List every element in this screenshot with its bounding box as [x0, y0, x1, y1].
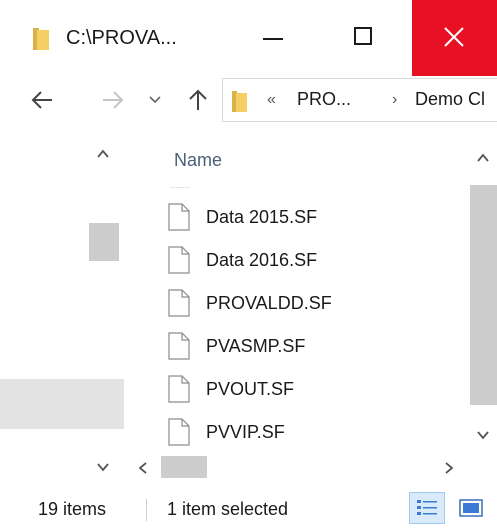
forward-arrow-icon[interactable] [101, 88, 125, 112]
file-row[interactable]: PVVIP.SF [160, 412, 420, 454]
scroll-thumb[interactable] [470, 185, 497, 405]
up-arrow-icon[interactable] [186, 88, 210, 112]
file-name: Data 2016.SF [206, 250, 318, 270]
details-view-icon [417, 500, 437, 515]
breadcrumb-prova[interactable]: PRO... [297, 89, 351, 110]
address-overflow[interactable]: « [267, 91, 276, 109]
file-icon [168, 203, 190, 231]
file-row[interactable]: PVOUT.SF [160, 369, 420, 411]
file-name: PVOUT.SF [206, 379, 295, 399]
minimize-icon [263, 38, 283, 40]
file-explorer-window: C:\PROVA... « PRO... › Demo Cl Name Data… [0, 0, 497, 529]
window-title: C:\PROVA... [66, 27, 177, 49]
file-row[interactable]: Data 2016.SF [160, 240, 420, 282]
file-icon [168, 246, 190, 274]
minimize-button[interactable] [228, 0, 320, 76]
maximize-button[interactable] [320, 0, 412, 76]
status-bar: 19 items 1 item selected [0, 485, 497, 529]
back-arrow-icon[interactable] [30, 88, 54, 112]
scroll-up-icon[interactable] [475, 151, 491, 165]
file-name: PVASMP.SF [206, 336, 306, 356]
chevron-down-icon[interactable] [147, 88, 163, 112]
file-name: PVVIP.SF [206, 422, 285, 442]
file-icon [168, 375, 190, 403]
tiles-view-icon [459, 499, 483, 517]
scroll-thumb[interactable] [89, 223, 119, 261]
column-header-name[interactable]: Name [174, 150, 222, 171]
folder-icon [232, 91, 247, 112]
file-name: PROVALDD.SF [206, 293, 332, 313]
file-row[interactable]: PROVALDD.SF [160, 283, 420, 325]
breadcrumb-demo[interactable]: Demo Cl [415, 89, 485, 110]
status-divider [146, 499, 147, 521]
scroll-thumb[interactable] [161, 456, 207, 478]
file-name: Data 2015.SF [206, 207, 318, 227]
scroll-down-icon[interactable] [475, 428, 491, 442]
file-icon [168, 418, 190, 446]
scroll-left-icon[interactable] [136, 460, 150, 476]
address-bar[interactable]: « PRO... › Demo Cl [222, 78, 497, 122]
details-view-button[interactable] [409, 492, 445, 524]
file-list-vertical-scrollbar[interactable] [468, 135, 497, 450]
scroll-up-icon[interactable] [95, 147, 111, 161]
selection-status: 1 item selected [167, 499, 289, 519]
file-icon [168, 332, 190, 360]
file-list-horizontal-scrollbar[interactable] [124, 450, 468, 485]
maximize-icon [354, 27, 372, 45]
close-icon [444, 27, 464, 47]
navigation-pane-scrollbar[interactable] [87, 135, 121, 485]
close-button[interactable] [412, 0, 497, 76]
scroll-right-icon[interactable] [442, 460, 456, 476]
title-bar[interactable]: C:\PROVA... [0, 0, 497, 78]
item-count: 19 items [38, 499, 107, 519]
file-row[interactable]: Data 2015.SF [160, 197, 420, 239]
navigation-bar: « PRO... › Demo Cl [0, 78, 497, 122]
file-icon [168, 289, 190, 317]
file-row[interactable]: PVASMP.SF [160, 326, 420, 368]
scroll-down-icon[interactable] [95, 460, 111, 474]
folder-icon [33, 28, 49, 50]
header-divider [170, 187, 190, 188]
large-icons-view-button[interactable] [454, 492, 488, 524]
breadcrumb-separator[interactable]: › [392, 91, 397, 109]
file-list[interactable]: Name Data 2015.SF Data 2016.SF PROVALDD.… [124, 135, 468, 450]
